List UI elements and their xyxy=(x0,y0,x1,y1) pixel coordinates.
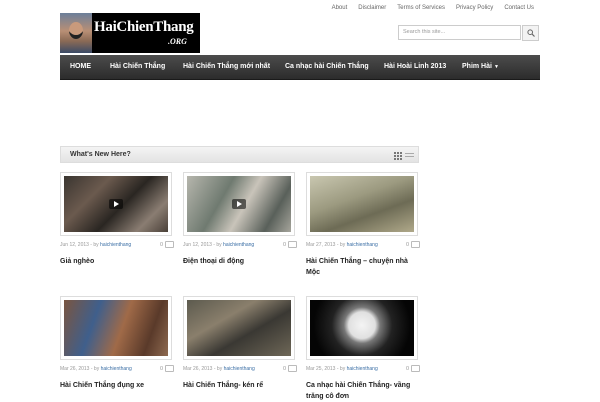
nav-item-hai-chien-thang-moi-nhat[interactable]: Hài Chiến Thắng mới nhất xyxy=(183,55,270,79)
two-men-street-scene-icon xyxy=(64,300,168,356)
chevron-down-icon: ▼ xyxy=(493,64,499,70)
post-author-link[interactable]: haichienthang xyxy=(347,242,378,248)
post-date: Mar 25, 2013 xyxy=(306,366,336,372)
comment-count[interactable]: 0 xyxy=(283,241,297,248)
comment-icon xyxy=(411,365,420,372)
top-link-privacy[interactable]: Privacy Policy xyxy=(456,5,493,11)
post-title-link[interactable]: Ca nhạc hài Chiến Thắng- vầng trăng cô đ… xyxy=(306,380,418,402)
comment-icon xyxy=(288,365,297,372)
logo-name: HaiChienThang xyxy=(94,19,194,35)
post-by: - by xyxy=(335,242,347,248)
post-title-link[interactable]: Giả nghèo xyxy=(60,256,172,267)
post-meta: Mar 25, 2013 - by haichienthang xyxy=(306,366,418,372)
comment-count-value: 0 xyxy=(159,241,163,248)
top-link-terms[interactable]: Terms of Services xyxy=(397,5,445,11)
two-men-talking-scene-icon xyxy=(64,176,168,232)
post-date: Jun 12, 2013 xyxy=(60,242,89,248)
logo-suffix: .ORG xyxy=(168,37,187,46)
post-date: Mar 27, 2013 xyxy=(306,242,336,248)
nav-item-ca-nhac-hai[interactable]: Ca nhạc hài Chiến Thắng xyxy=(285,55,369,79)
post-by: - by xyxy=(212,366,224,372)
section-title: What's New Here? xyxy=(70,151,131,158)
top-link-contact[interactable]: Contact Us xyxy=(504,5,534,11)
post-thumbnail[interactable] xyxy=(183,296,295,360)
comment-count[interactable]: 0 xyxy=(160,241,174,248)
search-button[interactable] xyxy=(522,25,539,41)
street-bicycle-scene-icon xyxy=(310,176,414,232)
nav-item-home[interactable]: HOME xyxy=(70,55,91,79)
post-title-link[interactable]: Điện thoại di động xyxy=(183,256,295,267)
search-input[interactable]: Search this site... xyxy=(398,25,521,40)
post-author-link[interactable]: haichienthang xyxy=(347,366,378,372)
comment-count-value: 0 xyxy=(405,365,409,372)
comment-count[interactable]: 0 xyxy=(160,365,174,372)
post-by: - by xyxy=(335,366,347,372)
post-meta: Mar 26, 2013 - by haichienthang xyxy=(183,366,295,372)
post-meta: Jun 12, 2013 - by haichienthang xyxy=(60,242,172,248)
post-author-link[interactable]: haichienthang xyxy=(100,242,131,248)
play-icon xyxy=(232,199,246,209)
comment-icon xyxy=(411,241,420,248)
comment-icon xyxy=(165,365,174,372)
main-nav: HOME Hài Chiến Thắng Hài Chiến Thắng mới… xyxy=(60,55,540,80)
post-thumbnail[interactable] xyxy=(306,172,418,236)
top-links: About Disclaimer Terms of Services Priva… xyxy=(332,5,534,11)
comment-count-value: 0 xyxy=(405,241,409,248)
list-view-icon[interactable] xyxy=(405,152,414,160)
post-thumbnail[interactable] xyxy=(60,172,172,236)
nav-item-hai-chien-thang[interactable]: Hài Chiến Thắng xyxy=(110,55,165,79)
section-header: What's New Here? xyxy=(60,146,419,163)
nav-item-phim-hai-label: Phim Hài xyxy=(462,63,492,70)
comment-count-value: 0 xyxy=(282,241,286,248)
site-logo[interactable]: HaiChienThang .ORG xyxy=(60,13,200,53)
post-author-link[interactable]: haichienthang xyxy=(223,242,254,248)
post-date: Jun 12, 2013 xyxy=(183,242,212,248)
top-link-about[interactable]: About xyxy=(332,5,348,11)
search-icon xyxy=(527,29,535,37)
man-with-hat-scene-icon xyxy=(187,300,291,356)
men-outdoor-scene-icon xyxy=(187,176,291,232)
comment-count[interactable]: 0 xyxy=(406,241,420,248)
post-date: Mar 26, 2013 xyxy=(60,366,90,372)
post-by: - by xyxy=(89,366,101,372)
post-title-link[interactable]: Hài Chiến Thắng- kén rể xyxy=(183,380,295,391)
post-meta: Mar 26, 2013 - by haichienthang xyxy=(60,366,172,372)
comment-count[interactable]: 0 xyxy=(283,365,297,372)
post-thumbnail[interactable] xyxy=(306,296,418,360)
post-thumbnail[interactable] xyxy=(183,172,295,236)
nav-item-phim-hai[interactable]: Phim Hài ▼ xyxy=(462,55,499,79)
post-meta: Jun 12, 2013 - by haichienthang xyxy=(183,242,295,248)
nav-item-hai-hoai-linh[interactable]: Hài Hoài Linh 2013 xyxy=(384,55,446,79)
post-thumbnail[interactable] xyxy=(60,296,172,360)
comment-icon xyxy=(288,241,297,248)
top-link-disclaimer[interactable]: Disclaimer xyxy=(358,5,386,11)
full-moon-couple-scene-icon xyxy=(310,300,414,356)
play-icon xyxy=(109,199,123,209)
grid-view-icon[interactable] xyxy=(394,152,402,160)
post-author-link[interactable]: haichienthang xyxy=(224,366,255,372)
post-by: - by xyxy=(88,242,101,248)
post-title-link[interactable]: Hài Chiến Thắng đụng xe xyxy=(60,380,172,391)
post-by: - by xyxy=(211,242,224,248)
logo-portrait xyxy=(60,13,92,53)
comment-count[interactable]: 0 xyxy=(406,365,420,372)
post-author-link[interactable]: haichienthang xyxy=(101,366,132,372)
comment-count-value: 0 xyxy=(282,365,286,372)
post-date: Mar 26, 2013 xyxy=(183,366,213,372)
comment-icon xyxy=(165,241,174,248)
post-title-link[interactable]: Hài Chiến Thắng – chuyện nhà Mộc xyxy=(306,256,418,278)
comment-count-value: 0 xyxy=(159,365,163,372)
post-meta: Mar 27, 2013 - by haichienthang xyxy=(306,242,418,248)
